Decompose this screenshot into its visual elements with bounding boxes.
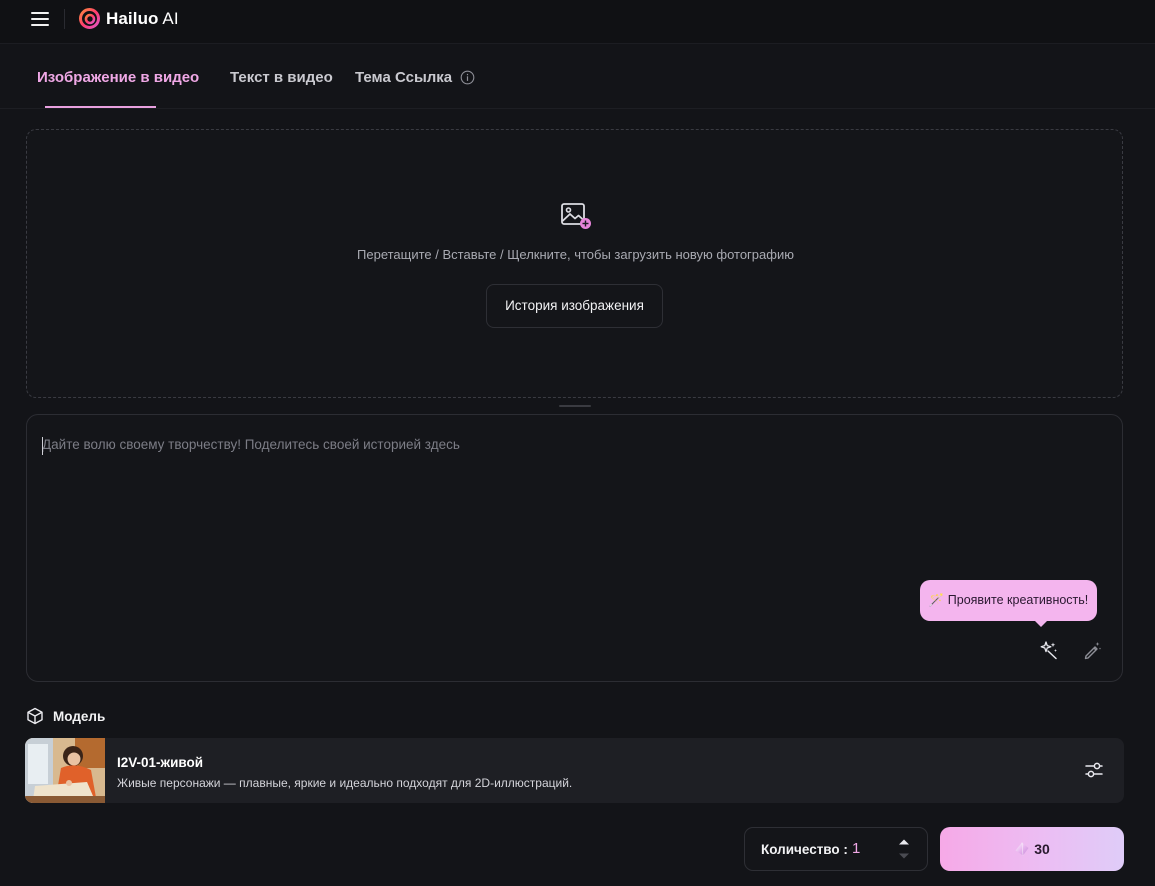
sparkle-wand-icon[interactable] — [1039, 640, 1059, 660]
quantity-stepper[interactable]: Количество : 1 — [744, 827, 928, 871]
menu-icon[interactable] — [31, 12, 49, 26]
magic-pen-icon[interactable] — [1082, 640, 1102, 660]
prompt-input[interactable] — [42, 437, 1102, 567]
info-icon[interactable] — [460, 70, 475, 85]
tab-text-to-video[interactable]: Текст в видео — [230, 69, 333, 86]
model-name: I2V-01-живой — [117, 755, 204, 770]
resize-handle[interactable] — [559, 405, 591, 407]
generate-cost: 30 — [1034, 841, 1050, 857]
model-description: Живые персонажи — плавные, яркие и идеал… — [117, 776, 573, 790]
generate-button-content: 30 — [940, 827, 1124, 871]
creativity-tooltip: 🪄 Проявите креативность! — [920, 580, 1097, 627]
model-selector-card[interactable]: I2V-01-живой Живые персонажи — плавные, … — [25, 738, 1124, 803]
image-upload-dropzone[interactable]: Перетащите / Вставьте / Щелкните, чтобы … — [26, 129, 1123, 398]
model-thumbnail — [25, 738, 105, 803]
top-bar: Hailuo AI — [0, 0, 1155, 44]
tab-image-to-video[interactable]: Изображение в видео — [37, 69, 199, 86]
model-heading-label: Модель — [53, 708, 106, 724]
chevron-down-icon[interactable] — [897, 851, 911, 861]
prompt-box: 🪄 Проявите креативность! — [26, 414, 1123, 682]
sliders-icon[interactable] — [1084, 760, 1104, 780]
generate-button[interactable]: 30 — [940, 827, 1124, 871]
brand-logo[interactable]: Hailuo AI — [79, 8, 179, 29]
brand-name: Hailuo AI — [106, 8, 179, 28]
gem-icon — [1015, 842, 1029, 856]
quantity-value: 1 — [852, 840, 861, 857]
text-caret — [42, 437, 43, 455]
image-history-button[interactable]: История изображения — [486, 284, 663, 328]
header-divider — [64, 9, 65, 29]
mode-tabs: Изображение в видео Текст в видео Тема С… — [0, 45, 1155, 109]
hailuo-logo-icon — [79, 8, 100, 29]
quantity-label: Количество : — [761, 842, 848, 857]
tab-subject-reference[interactable]: Тема Ссылка — [355, 69, 452, 86]
upload-instruction: Перетащите / Вставьте / Щелкните, чтобы … — [357, 247, 794, 262]
active-tab-indicator — [45, 106, 156, 108]
chevron-up-icon[interactable] — [897, 837, 911, 847]
model-heading: Модель — [26, 707, 105, 725]
cube-icon — [27, 707, 43, 725]
image-add-icon — [561, 203, 591, 229]
